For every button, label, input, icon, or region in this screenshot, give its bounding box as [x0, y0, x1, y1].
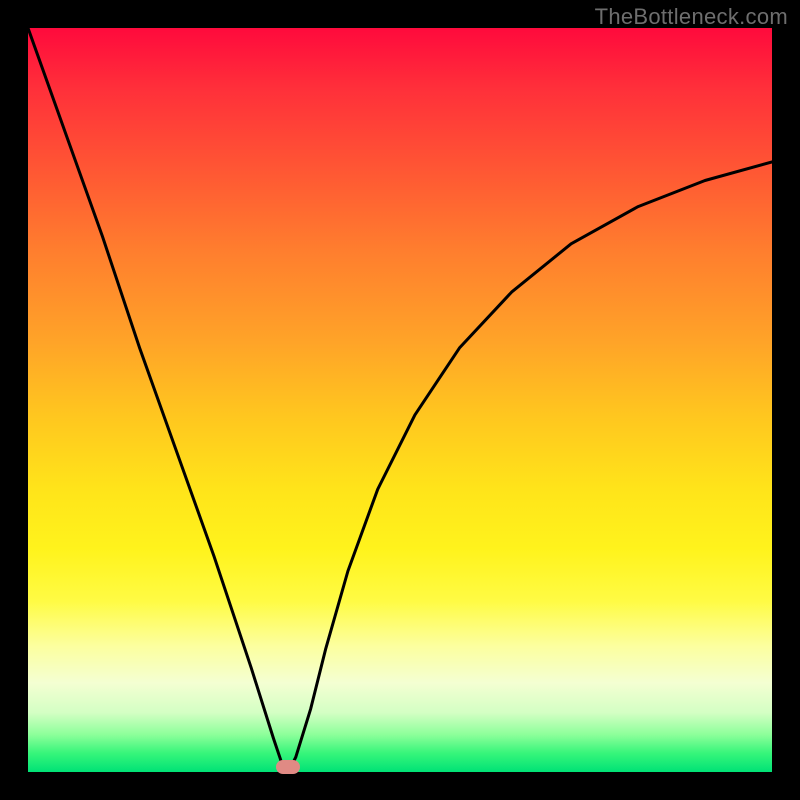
chart-frame: TheBottleneck.com — [0, 0, 800, 800]
bottleneck-curve — [28, 28, 772, 772]
curve-path — [28, 28, 772, 772]
watermark-text: TheBottleneck.com — [595, 4, 788, 30]
optimal-marker — [276, 760, 300, 774]
plot-area — [28, 28, 772, 772]
